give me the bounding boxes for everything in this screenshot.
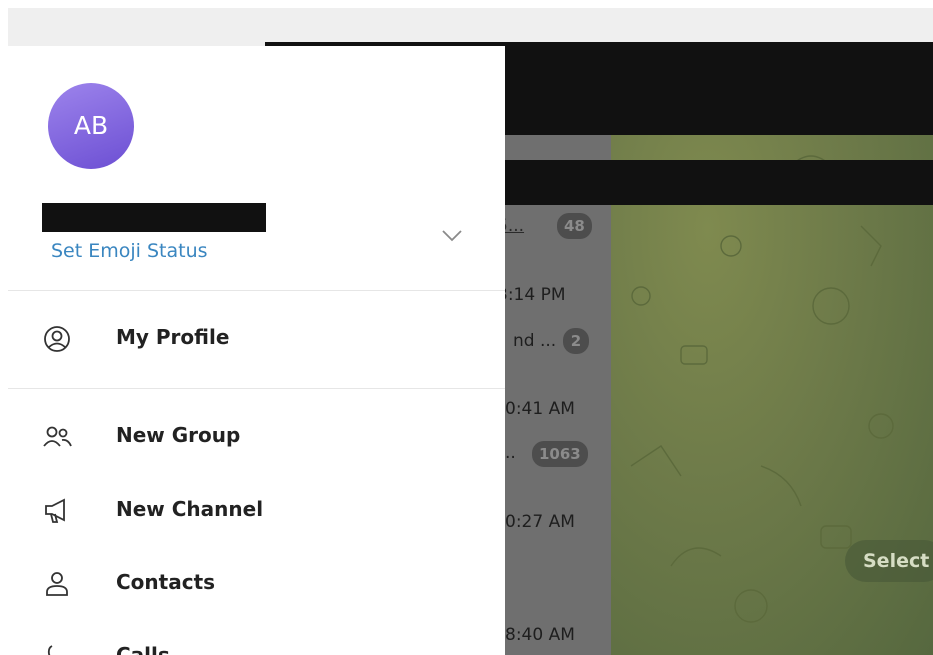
divider xyxy=(8,388,505,389)
menu-item-new-channel[interactable]: New Channel xyxy=(8,484,505,540)
menu-item-label: Contacts xyxy=(116,570,216,594)
unread-badge: 1063 xyxy=(532,441,588,467)
profile-icon xyxy=(44,326,70,352)
menu-item-contacts[interactable]: Contacts xyxy=(8,557,505,613)
redacted-profile-name xyxy=(42,203,266,232)
menu-item-new-group[interactable]: New Group xyxy=(8,410,505,466)
menu-item-calls[interactable]: Calls xyxy=(8,630,505,655)
set-emoji-status-link[interactable]: Set Emoji Status xyxy=(51,240,208,262)
chat-row-snippet: .. xyxy=(505,443,516,463)
contact-icon xyxy=(46,572,68,596)
select-chat-hint: Select xyxy=(845,540,933,582)
group-icon xyxy=(43,426,72,447)
window-titlebar xyxy=(8,8,933,46)
menu-item-label: New Group xyxy=(116,423,241,447)
divider xyxy=(8,290,505,291)
phone-icon xyxy=(47,645,53,655)
menu-item-my-profile[interactable]: My Profile xyxy=(8,312,505,368)
menu-item-label: My Profile xyxy=(116,325,230,349)
chat-row-time: 0:41 AM xyxy=(505,399,575,419)
megaphone-icon xyxy=(45,498,65,523)
unread-badge: 48 xyxy=(557,213,592,239)
avatar[interactable]: AB xyxy=(48,83,134,169)
chat-row-snippet: nd ... xyxy=(513,331,557,351)
unread-badge: 2 xyxy=(563,328,589,354)
menu-item-label: New Channel xyxy=(116,497,264,521)
chevron-down-icon[interactable] xyxy=(441,229,463,243)
menu-item-label: Calls xyxy=(116,643,170,655)
chat-row-time: 0:27 AM xyxy=(505,512,575,532)
chat-row-time: 3:14 PM xyxy=(497,285,566,305)
side-menu-drawer: AB Set Emoji Status My Profile New Group… xyxy=(8,46,505,655)
chat-row-time: 8:40 AM xyxy=(505,625,575,645)
